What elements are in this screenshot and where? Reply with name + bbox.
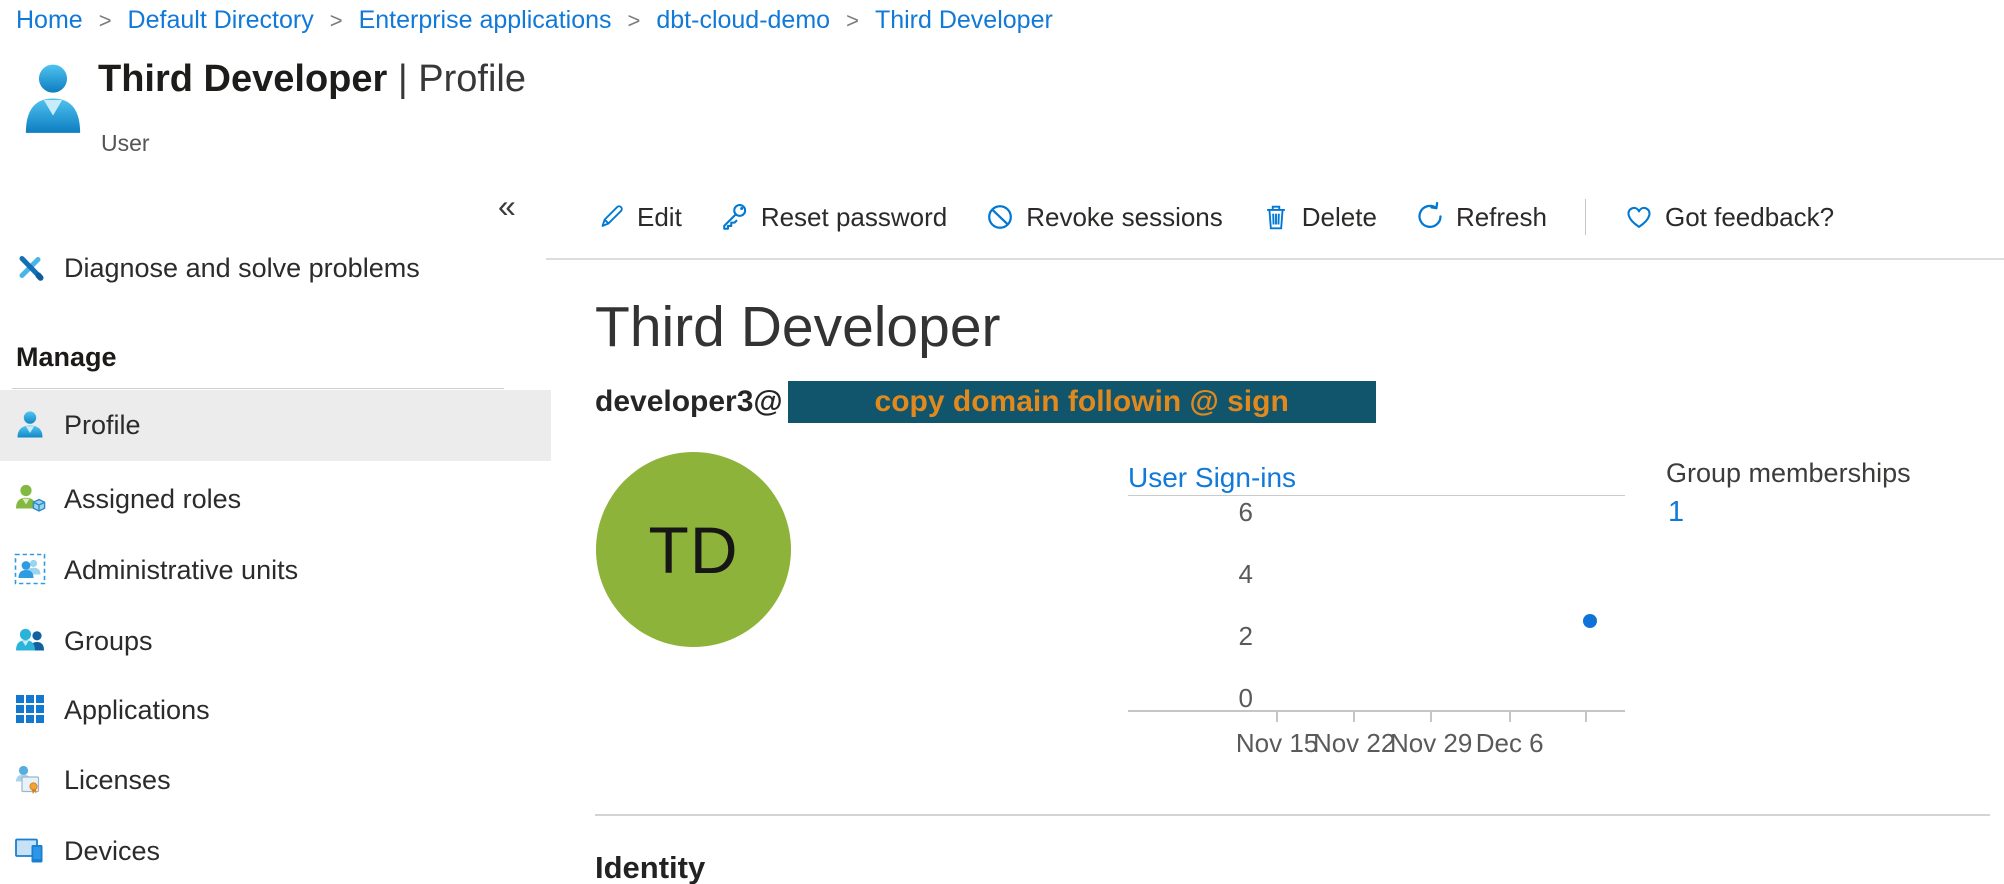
sidebar-item-label: Assigned roles xyxy=(64,484,241,515)
breadcrumb-separator: > xyxy=(99,8,112,34)
tools-icon xyxy=(14,251,48,285)
breadcrumb-separator: > xyxy=(330,8,343,34)
sidebar-item-label: Applications xyxy=(64,695,210,726)
delete-button[interactable]: Delete xyxy=(1261,202,1377,233)
sidebar-item-assigned-roles[interactable]: Assigned roles xyxy=(0,466,551,532)
sidebar-item-label: Diagnose and solve problems xyxy=(64,253,420,284)
chart-title-underline xyxy=(1128,495,1625,496)
domain-redaction-overlay: copy domain followin @ sign xyxy=(788,381,1376,423)
edit-button[interactable]: Edit xyxy=(596,202,682,233)
sidebar-item-administrative-units[interactable]: Administrative units xyxy=(0,537,551,603)
pencil-icon xyxy=(596,202,626,232)
sidebar-item-label: Devices xyxy=(64,836,160,867)
user-signins-link[interactable]: User Sign-ins xyxy=(1128,462,1296,494)
y-axis-tick-label: 4 xyxy=(1193,559,1253,589)
heart-icon xyxy=(1624,202,1654,232)
refresh-icon xyxy=(1415,202,1445,232)
devices-icon xyxy=(14,834,48,868)
applications-icon xyxy=(14,693,48,727)
command-bar-divider xyxy=(546,258,2004,260)
page-title-name: Third Developer xyxy=(98,58,387,100)
azure-user-profile-page: Home > Default Directory > Enterprise applic… xyxy=(0,0,2004,884)
x-axis-tick xyxy=(1509,710,1511,722)
breadcrumb-item-enterprise-applications[interactable]: Enterprise applications xyxy=(359,6,612,35)
sidebar-collapse-button[interactable]: « xyxy=(498,188,516,225)
x-axis-line xyxy=(1128,710,1625,712)
got-feedback--button[interactable]: Got feedback? xyxy=(1624,202,1834,233)
person-icon xyxy=(14,409,48,443)
x-axis-tick-label: Dec 6 xyxy=(1455,728,1565,759)
revoke-sessions-button[interactable]: Revoke sessions xyxy=(985,202,1223,233)
command-label: Revoke sessions xyxy=(1026,202,1223,233)
groups-icon xyxy=(14,624,48,658)
trash-icon xyxy=(1261,202,1291,232)
breadcrumb: Home > Default Directory > Enterprise applic… xyxy=(16,6,1053,35)
sidebar-item-label: Groups xyxy=(64,626,153,657)
y-axis-tick-label: 2 xyxy=(1193,621,1253,651)
key-icon xyxy=(720,202,750,232)
group-memberships-count-link[interactable]: 1 xyxy=(1668,496,1684,529)
user-icon xyxy=(22,62,84,134)
breadcrumb-item-home[interactable]: Home xyxy=(16,6,83,35)
breadcrumb-separator: > xyxy=(846,8,859,34)
page-title-separator: | xyxy=(398,58,408,100)
avatar: TD xyxy=(596,452,791,647)
data-point xyxy=(1583,614,1597,628)
upn-prefix: developer3@ xyxy=(595,385,783,419)
sidebar-item-label: Administrative units xyxy=(64,555,298,586)
x-axis-tick xyxy=(1585,710,1587,722)
breadcrumb-item-dbt-cloud-demo[interactable]: dbt-cloud-demo xyxy=(656,6,830,35)
refresh-button[interactable]: Refresh xyxy=(1415,202,1547,233)
group-memberships-label: Group memberships xyxy=(1666,458,1911,489)
sidebar-item-diagnose-and-solve-problems[interactable]: Diagnose and solve problems xyxy=(0,236,551,300)
object-type-label: User xyxy=(101,130,150,157)
x-axis-tick xyxy=(1276,710,1278,722)
section-divider xyxy=(595,814,1990,816)
command-label: Delete xyxy=(1302,202,1377,233)
command-label: Reset password xyxy=(761,202,947,233)
sidebar-section-manage: Manage xyxy=(16,342,117,373)
sidebar-section-divider xyxy=(12,388,504,389)
sidebar-item-label: Licenses xyxy=(64,765,171,796)
assigned-roles-icon xyxy=(14,482,48,516)
command-label: Edit xyxy=(637,202,682,233)
command-bar-separator xyxy=(1585,199,1586,235)
sidebar-item-applications[interactable]: Applications xyxy=(0,677,551,743)
avatar-initials: TD xyxy=(649,512,739,588)
command-bar: Edit Reset password Revoke sessions Delete R… xyxy=(596,188,1834,246)
command-label: Got feedback? xyxy=(1665,202,1834,233)
reset-password-button[interactable]: Reset password xyxy=(720,202,947,233)
breadcrumb-item-default-directory[interactable]: Default Directory xyxy=(128,6,314,35)
user-display-name: Third Developer xyxy=(595,294,1001,360)
block-icon xyxy=(985,202,1015,232)
sidebar-item-groups[interactable]: Groups xyxy=(0,608,551,674)
x-axis-tick xyxy=(1353,710,1355,722)
sidebar-item-label: Profile xyxy=(64,410,141,441)
y-axis-tick-label: 0 xyxy=(1193,683,1253,713)
upn-row: developer3@ copy domain followin @ sign xyxy=(595,381,1376,423)
identity-section-heading: Identity xyxy=(595,850,705,884)
breadcrumb-separator: > xyxy=(628,8,641,34)
sidebar-item-profile[interactable]: Profile xyxy=(0,390,551,461)
sidebar-item-devices[interactable]: Devices xyxy=(0,818,551,884)
y-axis-tick-label: 6 xyxy=(1193,497,1253,527)
admin-units-icon xyxy=(14,553,48,587)
command-label: Refresh xyxy=(1456,202,1547,233)
sidebar-item-licenses[interactable]: Licenses xyxy=(0,747,551,813)
page-title: Third Developer | Profile xyxy=(98,58,526,101)
breadcrumb-item-third-developer[interactable]: Third Developer xyxy=(875,6,1053,35)
licenses-icon xyxy=(14,763,48,797)
page-title-section: Profile xyxy=(418,58,526,100)
x-axis-tick xyxy=(1430,710,1432,722)
